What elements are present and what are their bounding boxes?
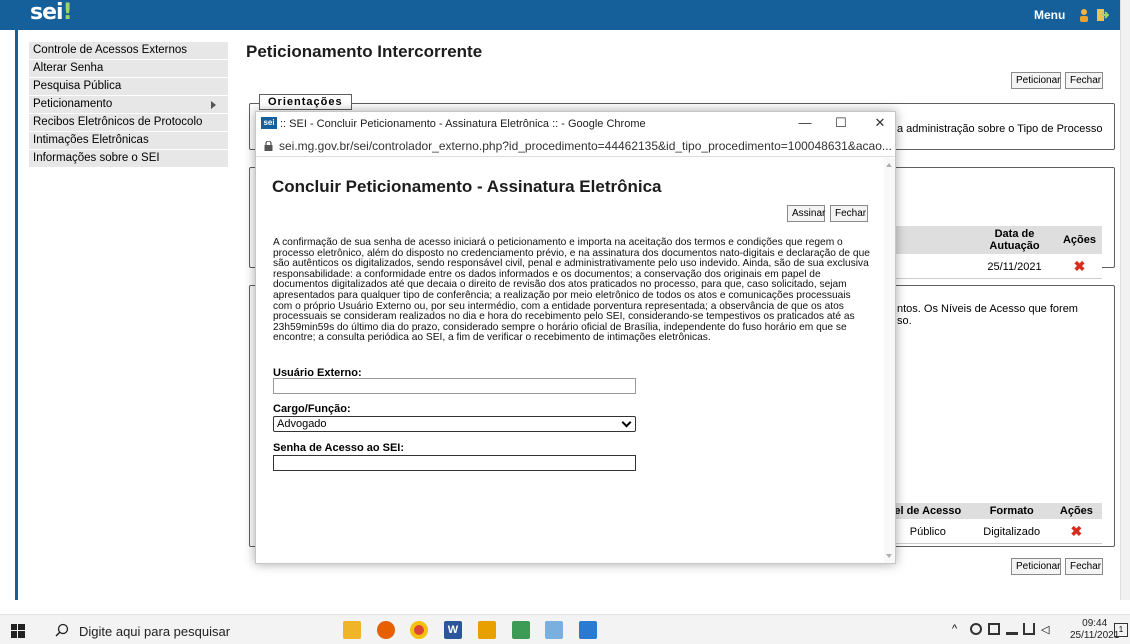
left-border [0, 30, 18, 600]
onedrive-icon[interactable] [970, 623, 982, 635]
dialog-terms-text: A confirmação de sua senha de acesso ini… [273, 237, 870, 344]
orientacoes-legend: Orientações [259, 94, 352, 110]
table-header-spacer [896, 226, 972, 255]
app-green-icon[interactable] [512, 621, 530, 639]
chevron-down-icon [621, 417, 632, 428]
popup-address-bar[interactable]: sei.mg.gov.br/sei/controlador_externo.ph… [256, 136, 895, 157]
table-row: Público Digitalizado ✖ [883, 519, 1102, 544]
volume-icon[interactable]: ◁ [1041, 623, 1053, 636]
sidebar-item-label: Pesquisa Pública [33, 80, 122, 92]
page-scrollbar[interactable] [1120, 0, 1130, 600]
assinar-button[interactable]: Assinar [787, 205, 825, 222]
menu-link[interactable]: Menu [1034, 8, 1065, 22]
popup-titlebar[interactable]: sei :: SEI - Concluir Peticionamento - A… [256, 112, 895, 136]
table-cell-spacer [896, 254, 972, 279]
processos-table: Data de Autuação Ações 25/11/2021 ✖ [896, 226, 1102, 279]
peticionar-button-top[interactable]: Peticionar [1011, 72, 1061, 89]
chevron-up-icon[interactable]: ^ [952, 623, 964, 635]
usuario-externo-field[interactable] [273, 378, 636, 394]
scroll-down-icon[interactable] [886, 554, 892, 558]
sidebar-item-label: Recibos Eletrônicos de Protocolo [33, 116, 203, 128]
page-title: Peticionamento Intercorrente [246, 42, 483, 61]
table-cell: 25/11/2021 [972, 254, 1057, 279]
clock-date: 25/11/2021 [1070, 630, 1120, 641]
table-header: Ações [1056, 226, 1102, 255]
user-icon[interactable] [1077, 8, 1091, 22]
app-tray-icon[interactable] [988, 623, 1000, 635]
senha-field[interactable] [273, 455, 636, 471]
app-paint-icon[interactable] [545, 621, 563, 639]
cargo-funcao-value: Advogado [277, 418, 327, 430]
file-explorer-icon[interactable] [343, 621, 361, 639]
search-icon[interactable] [55, 623, 69, 637]
notifications-icon[interactable]: 1 [1114, 623, 1128, 637]
table-header: Formato [972, 503, 1051, 520]
table-row: 25/11/2021 ✖ [896, 254, 1102, 279]
delete-icon[interactable]: ✖ [1071, 523, 1083, 539]
taskbar: Digite aqui para pesquisar W ^ ◁ 09:44 2… [0, 614, 1130, 644]
app-blue-icon[interactable] [579, 621, 597, 639]
scroll-up-icon[interactable] [886, 163, 892, 167]
lock-icon [264, 141, 273, 151]
sidebar-item-label: Peticionamento [33, 98, 113, 110]
table-header: Data de Autuação [972, 226, 1057, 255]
sidebar-item-controle-acessos[interactable]: Controle de Acessos Externos [29, 42, 228, 60]
cargo-funcao-label: Cargo/Função: [273, 403, 351, 415]
sidebar-item-pesquisa-publica[interactable]: Pesquisa Pública [29, 78, 228, 96]
fechar-button-top[interactable]: Fechar [1065, 72, 1103, 89]
app-header: sei! Menu [0, 0, 1120, 30]
close-icon[interactable]: ✕ [866, 115, 894, 133]
word-icon[interactable]: W [444, 621, 462, 639]
sidebar: Controle de Acessos Externos Alterar Sen… [29, 42, 228, 168]
sei-favicon-icon: sei [261, 117, 277, 129]
documentos-table: el de Acesso Formato Ações Público Digit… [883, 503, 1102, 544]
logo-bang: ! [62, 0, 73, 25]
taskbar-search-input[interactable]: Digite aqui para pesquisar [79, 624, 230, 639]
cargo-funcao-select[interactable]: Advogado [273, 416, 636, 432]
sidebar-item-informacoes[interactable]: Informações sobre o SEI [29, 150, 228, 168]
fechar-dialog-button[interactable]: Fechar [830, 205, 868, 222]
sidebar-item-label: Intimações Eletrônicas [33, 134, 149, 146]
taskbar-clock[interactable]: 09:44 25/11/2021 [1070, 618, 1119, 642]
app-orange-icon[interactable] [478, 621, 496, 639]
windows-start-icon[interactable] [11, 624, 25, 638]
orientacoes-text: a administração sobre o Tipo de Processo [897, 123, 1103, 135]
table-header: el de Acesso [883, 503, 973, 520]
sidebar-item-label: Alterar Senha [33, 62, 104, 74]
chrome-icon[interactable] [410, 621, 428, 639]
popup-window-title: :: SEI - Concluir Peticionamento - Assin… [280, 118, 646, 130]
sei-logo[interactable]: sei! [30, 0, 73, 25]
popup-window: sei :: SEI - Concluir Peticionamento - A… [255, 111, 896, 564]
table-header: Ações [1050, 503, 1102, 520]
sidebar-item-label: Controle de Acessos Externos [33, 44, 188, 56]
firefox-icon[interactable] [377, 621, 395, 639]
dialog-title: Concluir Peticionamento - Assinatura Ele… [272, 177, 662, 196]
sidebar-item-alterar-senha[interactable]: Alterar Senha [29, 60, 228, 78]
battery-icon[interactable] [1006, 623, 1018, 635]
popup-scrollbar[interactable] [884, 158, 895, 563]
chevron-right-icon [211, 101, 216, 109]
minimize-icon[interactable]: — [791, 115, 819, 133]
delete-icon[interactable]: ✖ [1074, 258, 1086, 274]
popup-body: Concluir Peticionamento - Assinatura Ele… [256, 158, 895, 563]
maximize-icon[interactable]: ☐ [827, 115, 855, 133]
documentos-text-1: ntos. Os Níveis de Acesso que forem [897, 303, 1078, 315]
network-icon[interactable] [1023, 623, 1035, 635]
fechar-button-bottom[interactable]: Fechar [1065, 558, 1103, 575]
popup-url: sei.mg.gov.br/sei/controlador_externo.ph… [279, 139, 892, 153]
sidebar-item-peticionamento[interactable]: Peticionamento [29, 96, 228, 114]
sidebar-item-recibos[interactable]: Recibos Eletrônicos de Protocolo [29, 114, 228, 132]
table-cell: Público [883, 519, 973, 544]
table-cell: Digitalizado [972, 519, 1051, 544]
documentos-text-2: so. [897, 315, 912, 327]
clock-time: 09:44 [1082, 618, 1108, 629]
exit-icon[interactable] [1095, 8, 1109, 22]
peticionar-button-bottom[interactable]: Peticionar [1011, 558, 1061, 575]
sidebar-item-label: Informações sobre o SEI [33, 152, 160, 164]
sidebar-item-intimacoes[interactable]: Intimações Eletrônicas [29, 132, 228, 150]
senha-label: Senha de Acesso ao SEI: [273, 442, 405, 454]
logo-text: sei [30, 0, 64, 25]
notification-count: 1 [1118, 625, 1124, 634]
